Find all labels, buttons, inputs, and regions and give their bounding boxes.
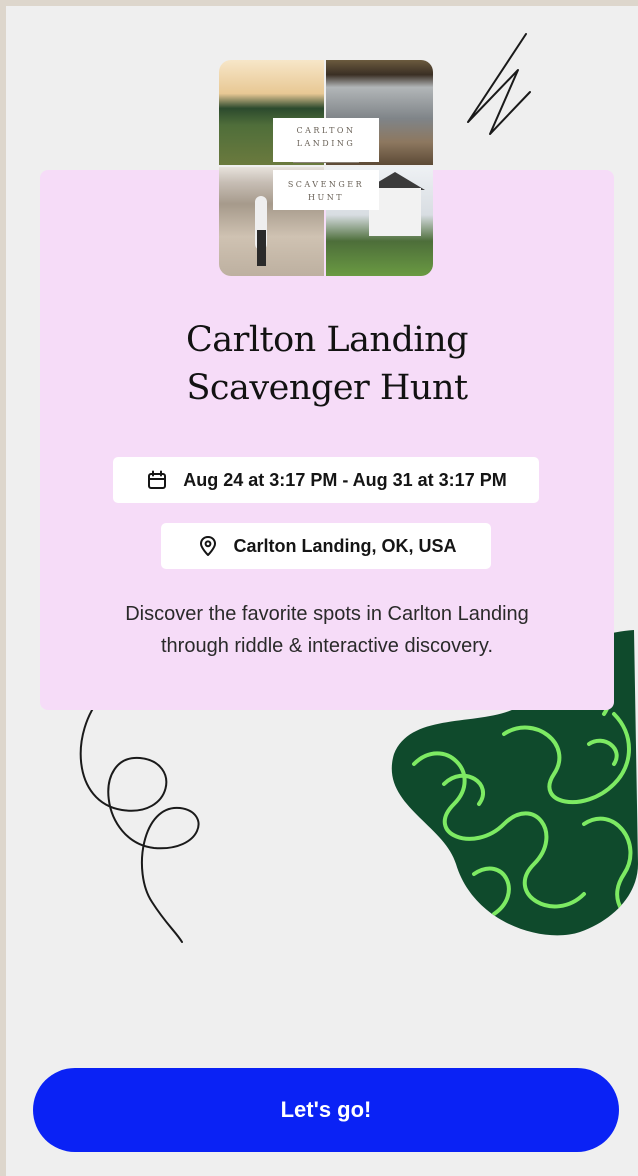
event-location-text: Carlton Landing, OK, USA — [233, 535, 457, 556]
event-date-pill: Aug 24 at 3:17 PM - Aug 31 at 3:17 PM — [113, 457, 539, 503]
event-cover-image: CARLTON LANDING SCAVENGER HUNT — [219, 60, 433, 276]
event-description: Discover the favorite spots in Carlton L… — [40, 598, 614, 662]
event-date-text: Aug 24 at 3:17 PM - Aug 31 at 3:17 PM — [183, 469, 507, 490]
cover-label-line-2: LANDING — [296, 139, 356, 148]
event-description-line-2: through riddle & interactive discovery. — [160, 635, 493, 657]
lets-go-button[interactable]: Let's go! — [33, 1068, 619, 1152]
event-location-pill: Carlton Landing, OK, USA — [161, 523, 491, 569]
event-title-line-2: Scavenger Hunt — [186, 368, 468, 408]
event-title-line-1: Carlton Landing — [185, 320, 469, 360]
cover-photo-adult-legs — [257, 230, 266, 266]
cover-label-divider — [293, 162, 359, 163]
calendar-icon — [145, 468, 169, 492]
event-title: Carlton Landing Scavenger Hunt — [40, 316, 614, 412]
event-description-line-1: Discover the favorite spots in Carlton L… — [125, 603, 529, 625]
screen: Carlton Landing Scavenger Hunt Aug 24 at… — [6, 6, 638, 1176]
cover-label-line-1: CARLTON — [296, 126, 356, 135]
cover-label-bottom: SCAVENGER HUNT — [273, 170, 379, 210]
cover-label-line-3: SCAVENGER — [287, 180, 365, 189]
location-pin-icon — [196, 534, 220, 558]
cover-label-top: CARLTON LANDING — [273, 118, 379, 162]
zigzag-doodle — [467, 33, 531, 135]
cover-label-line-4: HUNT — [307, 193, 345, 202]
scribble-doodle — [79, 695, 200, 943]
